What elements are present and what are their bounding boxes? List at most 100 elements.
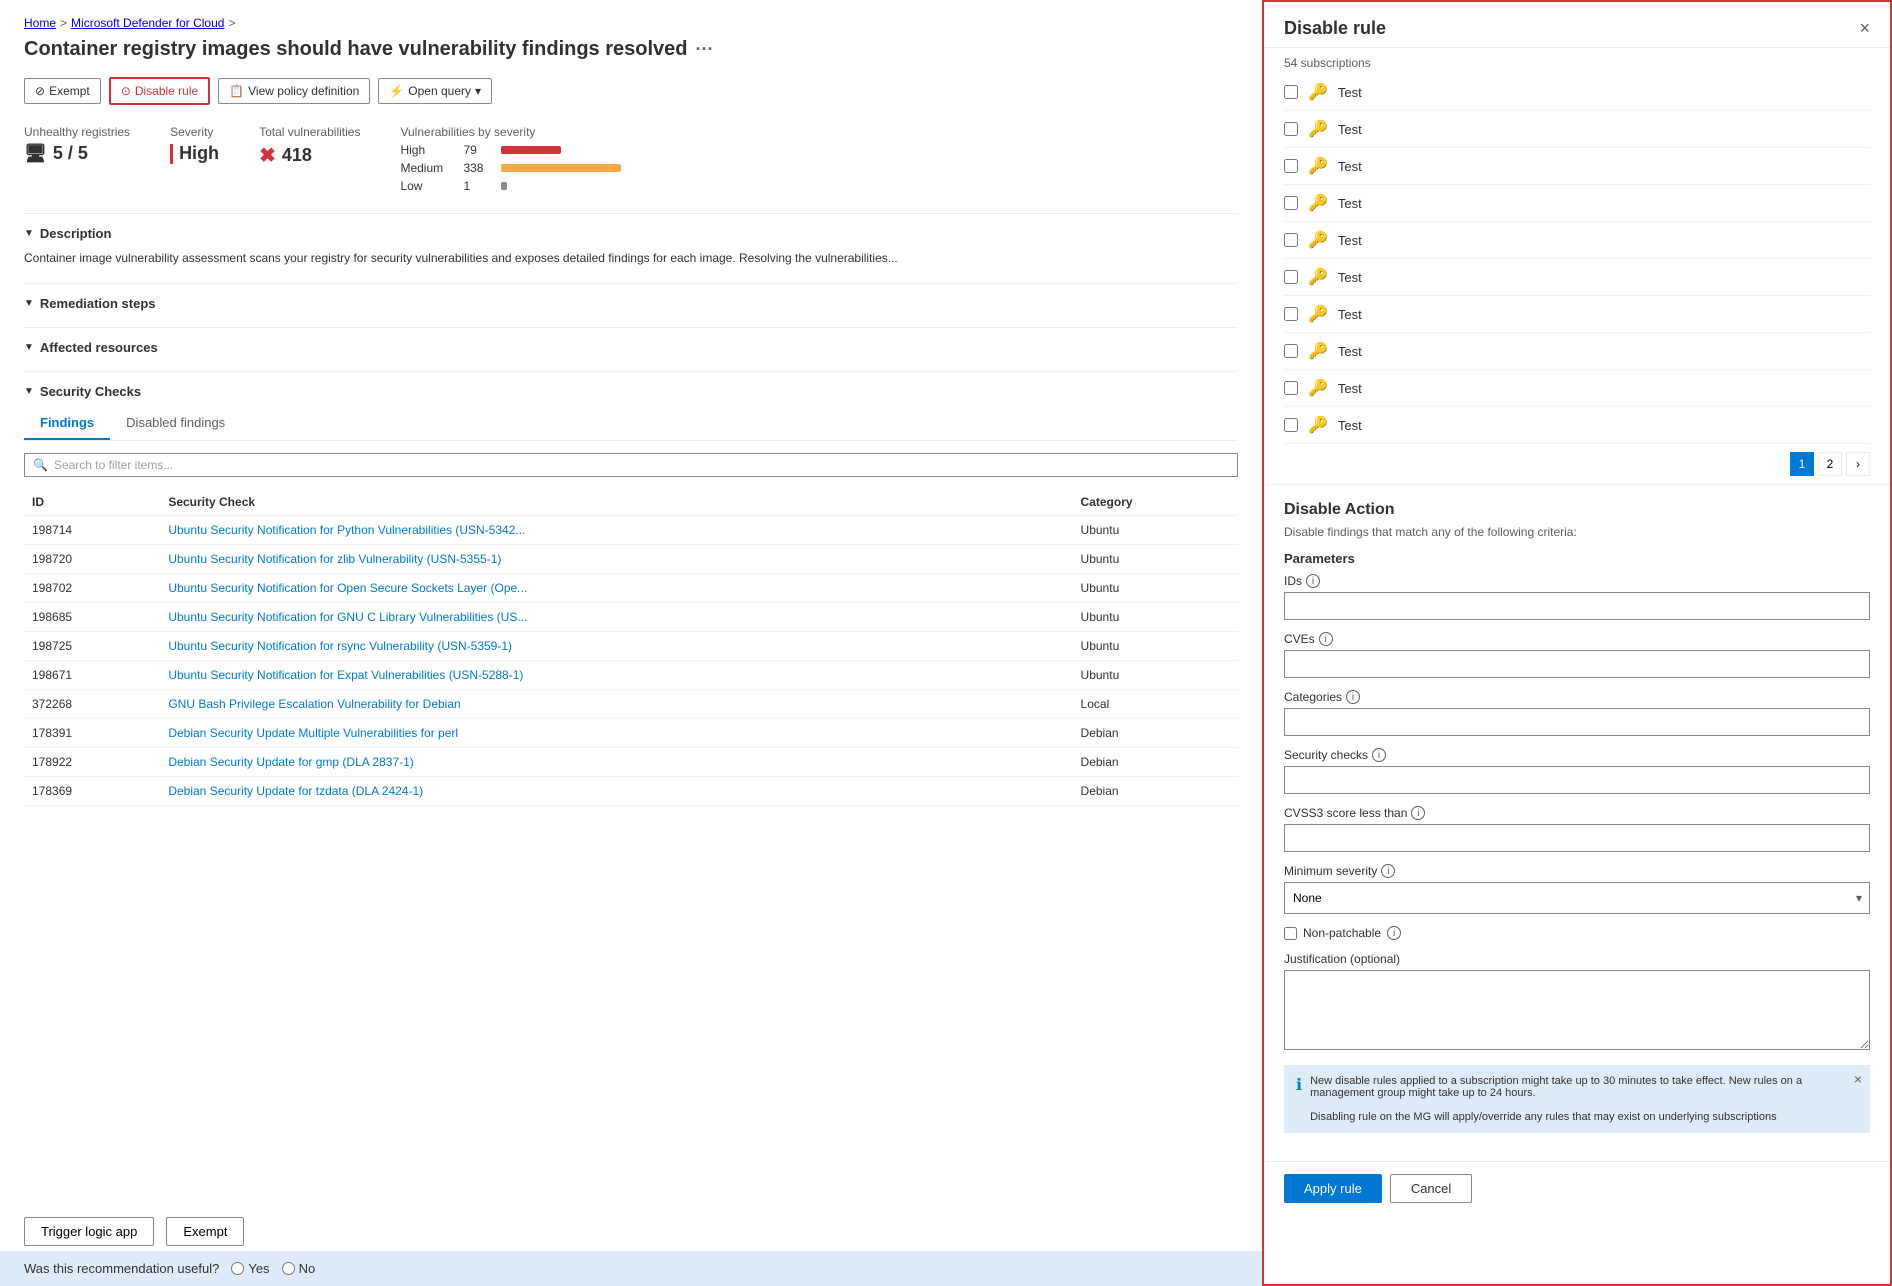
cell-id: 198671	[24, 661, 160, 690]
categories-input[interactable]	[1284, 708, 1870, 736]
justification-label: Justification (optional)	[1284, 952, 1870, 966]
cell-category: Debian	[1073, 748, 1238, 777]
subscription-list: 🔑 Test 🔑 Test 🔑 Test 🔑 Test 🔑 Test 🔑 Tes…	[1264, 74, 1890, 444]
table-row: 198685 Ubuntu Security Notification for …	[24, 603, 1238, 632]
security-chevron-icon: ▼	[24, 386, 34, 397]
feedback-yes-radio[interactable]	[231, 1262, 244, 1275]
feedback-no-radio[interactable]	[282, 1262, 295, 1275]
subscription-item: 🔑 Test	[1284, 185, 1870, 222]
subscription-checkbox-5[interactable]	[1284, 270, 1298, 284]
security-checks-header[interactable]: ▼ Security Checks	[24, 384, 1238, 399]
subscription-checkbox-4[interactable]	[1284, 233, 1298, 247]
min-severity-info-icon[interactable]: i	[1381, 864, 1395, 878]
subscription-name: Test	[1338, 85, 1870, 100]
cell-category: Ubuntu	[1073, 516, 1238, 545]
total-vuln-label: Total vulnerabilities	[259, 125, 360, 139]
low-count: 1	[463, 179, 493, 193]
cell-check: Ubuntu Security Notification for rsync V…	[160, 632, 1072, 661]
disable-rule-icon: ⊙	[121, 84, 131, 98]
cell-id: 198725	[24, 632, 160, 661]
cell-id: 178369	[24, 777, 160, 806]
subscription-checkbox-3[interactable]	[1284, 196, 1298, 210]
cell-check: Ubuntu Security Notification for Expat V…	[160, 661, 1072, 690]
severity-bar-icon	[170, 144, 173, 164]
subscription-checkbox-8[interactable]	[1284, 381, 1298, 395]
exempt-bottom-button[interactable]: Exempt	[166, 1217, 244, 1246]
categories-info-icon[interactable]: i	[1346, 690, 1360, 704]
affected-resources-section: ▼ Affected resources	[24, 327, 1238, 355]
cves-input[interactable]	[1284, 650, 1870, 678]
description-section: ▼ Description Container image vulnerabil…	[24, 213, 1238, 267]
severity-value: High	[170, 143, 219, 164]
page-next-button[interactable]: ›	[1846, 452, 1870, 476]
cves-field-group: CVEs i	[1284, 632, 1870, 678]
trigger-logic-app-button[interactable]: Trigger logic app	[24, 1217, 154, 1246]
subscription-item: 🔑 Test	[1284, 259, 1870, 296]
more-options-icon[interactable]: ···	[696, 39, 714, 60]
feedback-yes-option[interactable]: Yes	[231, 1261, 269, 1276]
tab-disabled-findings[interactable]: Disabled findings	[110, 407, 241, 440]
cvss3-info-icon[interactable]: i	[1411, 806, 1425, 820]
apply-rule-button[interactable]: Apply rule	[1284, 1174, 1382, 1203]
subscription-checkbox-2[interactable]	[1284, 159, 1298, 173]
high-label: High	[400, 143, 455, 157]
cell-category: Debian	[1073, 777, 1238, 806]
medium-count: 338	[463, 161, 493, 175]
affected-resources-header[interactable]: ▼ Affected resources	[24, 340, 1238, 355]
non-patchable-checkbox[interactable]	[1284, 927, 1297, 940]
info-banner-close-button[interactable]: ×	[1854, 1071, 1862, 1087]
search-box[interactable]: 🔍 Search to filter items...	[24, 453, 1238, 477]
metrics-row: Unhealthy registries 🖥 5 / 5 Severity Hi…	[24, 125, 1238, 193]
subscription-name: Test	[1338, 270, 1870, 285]
tab-findings[interactable]: Findings	[24, 407, 110, 440]
cell-category: Ubuntu	[1073, 574, 1238, 603]
page-1-button[interactable]: 1	[1790, 452, 1814, 476]
unhealthy-registries-value: 🖥 5 / 5	[24, 143, 130, 164]
cell-id: 198714	[24, 516, 160, 545]
subscription-checkbox-7[interactable]	[1284, 344, 1298, 358]
error-icon: ✖	[259, 143, 276, 168]
high-vuln-row: High 79	[400, 143, 621, 157]
min-severity-select[interactable]: None Low Medium High Critical	[1284, 882, 1870, 914]
security-checks-input[interactable]	[1284, 766, 1870, 794]
search-placeholder: Search to filter items...	[54, 458, 173, 472]
subscription-checkbox-6[interactable]	[1284, 307, 1298, 321]
cves-info-icon[interactable]: i	[1319, 632, 1333, 646]
severity-label: Severity	[170, 125, 219, 139]
categories-label: Categories i	[1284, 690, 1870, 704]
subscription-item: 🔑 Test	[1284, 370, 1870, 407]
low-vuln-row: Low 1	[400, 179, 621, 193]
cves-label: CVEs i	[1284, 632, 1870, 646]
breadcrumb-product[interactable]: Microsoft Defender for Cloud	[71, 16, 224, 30]
ids-info-icon[interactable]: i	[1306, 574, 1320, 588]
cvss3-field-group: CVSS3 score less than i	[1284, 806, 1870, 852]
subscription-checkbox-0[interactable]	[1284, 85, 1298, 99]
subscription-checkbox-9[interactable]	[1284, 418, 1298, 432]
min-severity-field-group: Minimum severity i None Low Medium High …	[1284, 864, 1870, 914]
cell-category: Debian	[1073, 719, 1238, 748]
bottom-actions: Trigger logic app Exempt	[24, 1217, 244, 1246]
severity-metric: Severity High	[170, 125, 219, 164]
cvss3-input[interactable]	[1284, 824, 1870, 852]
remediation-header[interactable]: ▼ Remediation steps	[24, 296, 1238, 311]
open-query-button[interactable]: ⚡ Open query ▾	[378, 78, 492, 104]
ids-input[interactable]	[1284, 592, 1870, 620]
table-row: 198725 Ubuntu Security Notification for …	[24, 632, 1238, 661]
affected-chevron-icon: ▼	[24, 342, 34, 353]
cell-id: 198702	[24, 574, 160, 603]
subscription-checkbox-1[interactable]	[1284, 122, 1298, 136]
close-button[interactable]: ×	[1859, 18, 1870, 39]
key-icon: 🔑	[1308, 82, 1328, 102]
feedback-no-option[interactable]: No	[282, 1261, 316, 1276]
disable-rule-button[interactable]: ⊙ Disable rule	[109, 77, 210, 105]
exempt-button[interactable]: ⊘ Exempt	[24, 78, 101, 104]
page-2-button[interactable]: 2	[1818, 452, 1842, 476]
breadcrumb-home[interactable]: Home	[24, 16, 56, 30]
cancel-button[interactable]: Cancel	[1390, 1174, 1472, 1203]
non-patchable-info-icon[interactable]: i	[1387, 926, 1401, 940]
security-checks-info-icon[interactable]: i	[1372, 748, 1386, 762]
justification-textarea[interactable]	[1284, 970, 1870, 1050]
description-header[interactable]: ▼ Description	[24, 226, 1238, 241]
high-count: 79	[463, 143, 493, 157]
view-policy-button[interactable]: 📋 View policy definition	[218, 78, 370, 104]
